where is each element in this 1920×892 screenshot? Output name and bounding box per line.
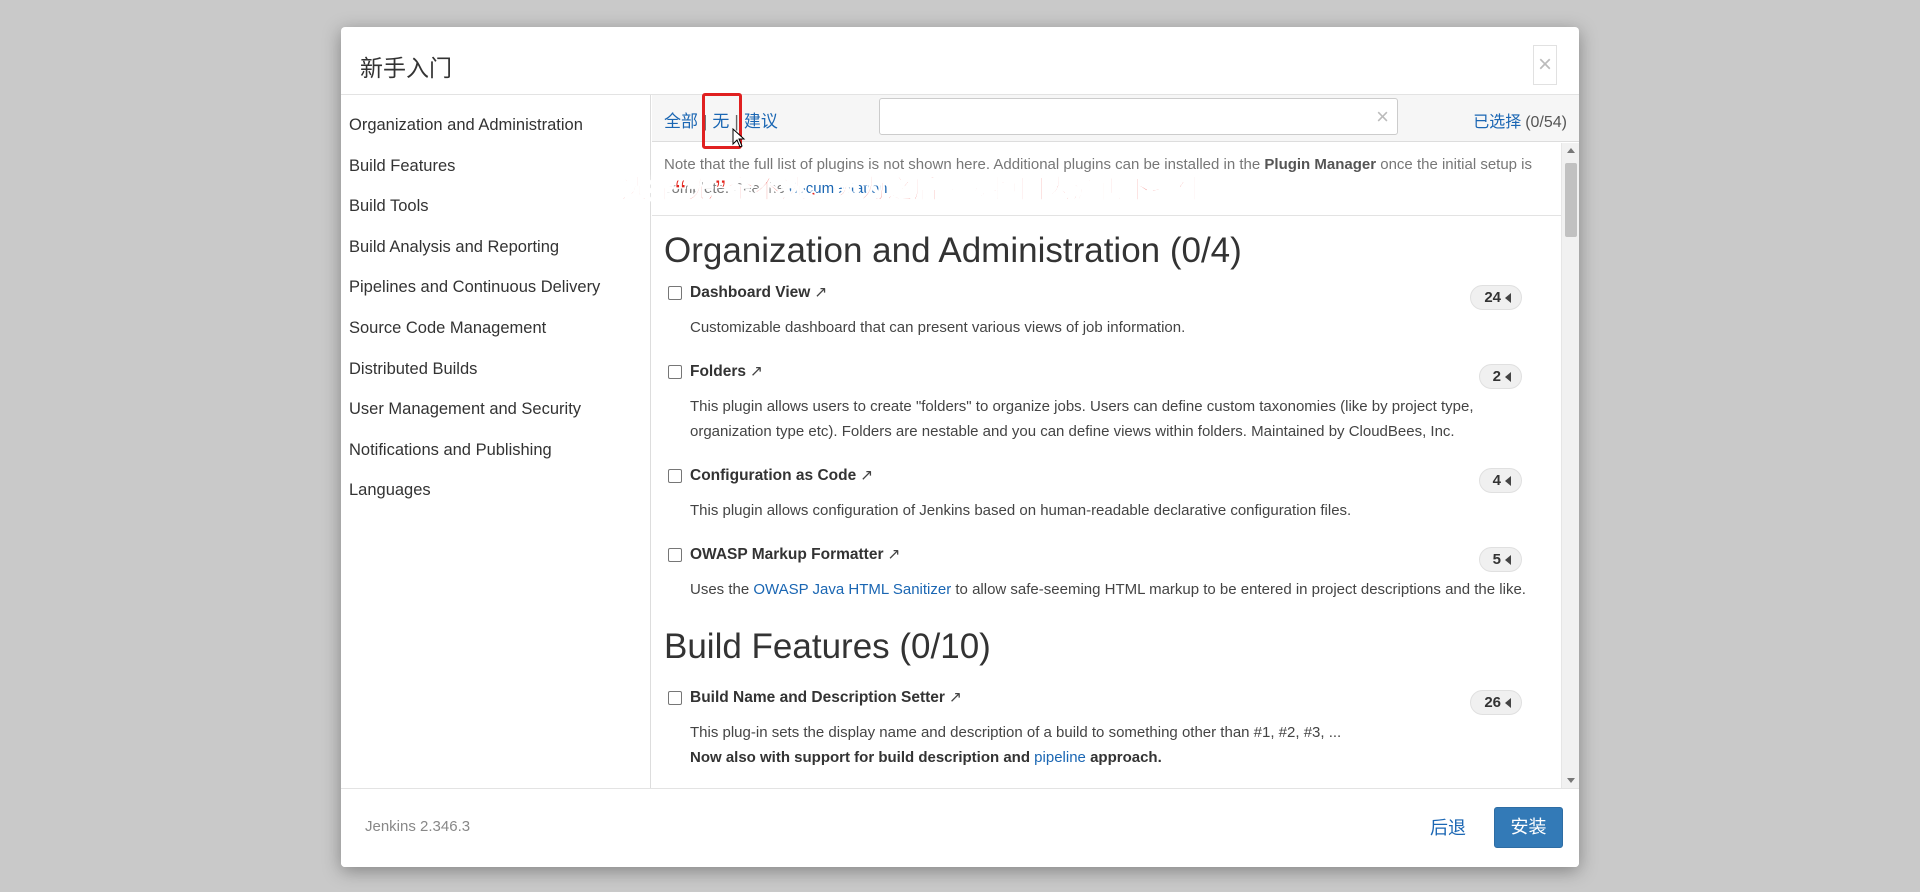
plugin-checkbox[interactable] xyxy=(668,365,682,379)
dependency-badge[interactable]: 5 xyxy=(1478,547,1522,572)
plugin-name[interactable]: Build Name and Description Setter ↗ xyxy=(690,688,962,707)
sidebar-item-pipelines[interactable]: Pipelines and Continuous Delivery xyxy=(341,267,650,308)
external-link-icon[interactable]: ↗ xyxy=(888,546,901,563)
plugin-checkbox[interactable] xyxy=(668,286,682,300)
select-none-link[interactable]: 无 xyxy=(712,112,729,131)
plugin-manager-text: Plugin Manager xyxy=(1264,156,1377,173)
sidebar-item-build-tools[interactable]: Build Tools xyxy=(341,186,650,227)
dialog-footer: Jenkins 2.346.3 后退 安装 xyxy=(341,788,1579,867)
plugin-description: This plugin allows users to create "fold… xyxy=(690,398,1474,440)
expand-icon xyxy=(1505,555,1511,565)
install-button[interactable]: 安装 xyxy=(1494,807,1563,848)
plugin-checkbox[interactable] xyxy=(668,469,682,483)
sidebar-item-source-code-management[interactable]: Source Code Management xyxy=(341,308,650,349)
sidebar-item-organization-and-administration[interactable]: Organization and Administration xyxy=(341,105,650,146)
dialog-header: 新手入门 × xyxy=(341,27,1579,95)
plugin-description-line: This plug-in sets the display name and d… xyxy=(690,724,1342,741)
sidebar-item-build-analysis[interactable]: Build Analysis and Reporting xyxy=(341,227,650,268)
selected-label[interactable]: 已选择 xyxy=(1473,114,1521,131)
external-link-icon[interactable]: ↗ xyxy=(814,284,827,301)
clear-search-icon[interactable]: × xyxy=(1376,106,1389,128)
plugin-name[interactable]: OWASP Markup Formatter ↗ xyxy=(690,545,901,564)
external-link-icon[interactable]: ↗ xyxy=(949,689,962,706)
sidebar-item-user-management[interactable]: User Management and Security xyxy=(341,389,650,430)
select-all-link[interactable]: 全部 xyxy=(664,112,698,131)
dependency-badge[interactable]: 24 xyxy=(1470,285,1522,310)
plugin-description-line: Now also with support for build descript… xyxy=(690,749,1162,766)
sidebar-item-languages[interactable]: Languages xyxy=(341,470,650,511)
sidebar-item-notifications[interactable]: Notifications and Publishing xyxy=(341,430,650,471)
plugin-checkbox[interactable] xyxy=(668,691,682,705)
selected-count-value: (0/54) xyxy=(1525,114,1567,131)
expand-icon xyxy=(1505,372,1511,382)
sidebar-item-distributed-builds[interactable]: Distributed Builds xyxy=(341,349,650,390)
selected-count: 已选择 (0/54) xyxy=(1473,108,1567,132)
jenkins-version: Jenkins 2.346.3 xyxy=(365,818,471,835)
category-heading: Build Features (0/10) xyxy=(664,627,991,666)
select-suggested-link[interactable]: 建议 xyxy=(744,112,778,131)
dependency-badge[interactable]: 4 xyxy=(1478,468,1522,493)
plugin-list[interactable]: Note that the full list of plugins is no… xyxy=(652,143,1561,788)
dependency-badge[interactable]: 2 xyxy=(1478,364,1522,389)
external-link-icon[interactable]: ↗ xyxy=(860,467,873,484)
setup-wizard-dialog: 新手入门 × Organization and Administration B… xyxy=(341,27,1579,867)
separator: | xyxy=(703,112,708,131)
category-heading: Organization and Administration (0/4) xyxy=(664,231,1242,270)
scroll-up-icon[interactable] xyxy=(1567,148,1575,153)
category-sidebar: Organization and Administration Build Fe… xyxy=(341,95,651,788)
external-link-icon[interactable]: ↗ xyxy=(750,363,763,380)
scrollbar[interactable] xyxy=(1561,143,1579,788)
expand-icon xyxy=(1505,476,1511,486)
selection-links: 全部 | 无 | 建议 xyxy=(664,107,778,132)
divider xyxy=(652,215,1561,216)
dependency-badge[interactable]: 26 xyxy=(1470,690,1522,715)
expand-icon xyxy=(1505,698,1511,708)
selection-toolbar: 全部 | 无 | 建议 × 已选择 (0/54) xyxy=(652,95,1579,142)
scroll-down-icon[interactable] xyxy=(1567,778,1575,783)
back-button[interactable]: 后退 xyxy=(1430,814,1466,840)
sidebar-item-build-features[interactable]: Build Features xyxy=(341,146,650,187)
plugin-name[interactable]: Folders ↗ xyxy=(690,362,763,381)
plugin-description: This plug-in sets the display name and d… xyxy=(690,720,1550,770)
plugin-description: Uses the OWASP Java HTML Sanitizer to al… xyxy=(690,581,1526,598)
plugin-description: This plugin allows configuration of Jenk… xyxy=(690,502,1352,519)
pipeline-link[interactable]: pipeline xyxy=(1034,749,1086,766)
plugin-search-input[interactable]: × xyxy=(879,98,1398,135)
close-button[interactable]: × xyxy=(1533,45,1557,85)
scroll-thumb[interactable] xyxy=(1565,163,1577,237)
mouse-cursor-icon xyxy=(732,128,746,148)
expand-icon xyxy=(1505,293,1511,303)
tutorial-annotation: 选择“无”全不选，因为之后需要换国内源再下插件 xyxy=(621,174,1205,205)
plugin-name[interactable]: Dashboard View ↗ xyxy=(690,283,827,302)
plugin-checkbox[interactable] xyxy=(668,548,682,562)
plugin-name[interactable]: Configuration as Code ↗ xyxy=(690,466,873,485)
owasp-sanitizer-link[interactable]: OWASP Java HTML Sanitizer xyxy=(753,581,951,598)
plugin-description: Customizable dashboard that can present … xyxy=(690,319,1186,336)
dialog-title: 新手入门 xyxy=(360,55,452,81)
